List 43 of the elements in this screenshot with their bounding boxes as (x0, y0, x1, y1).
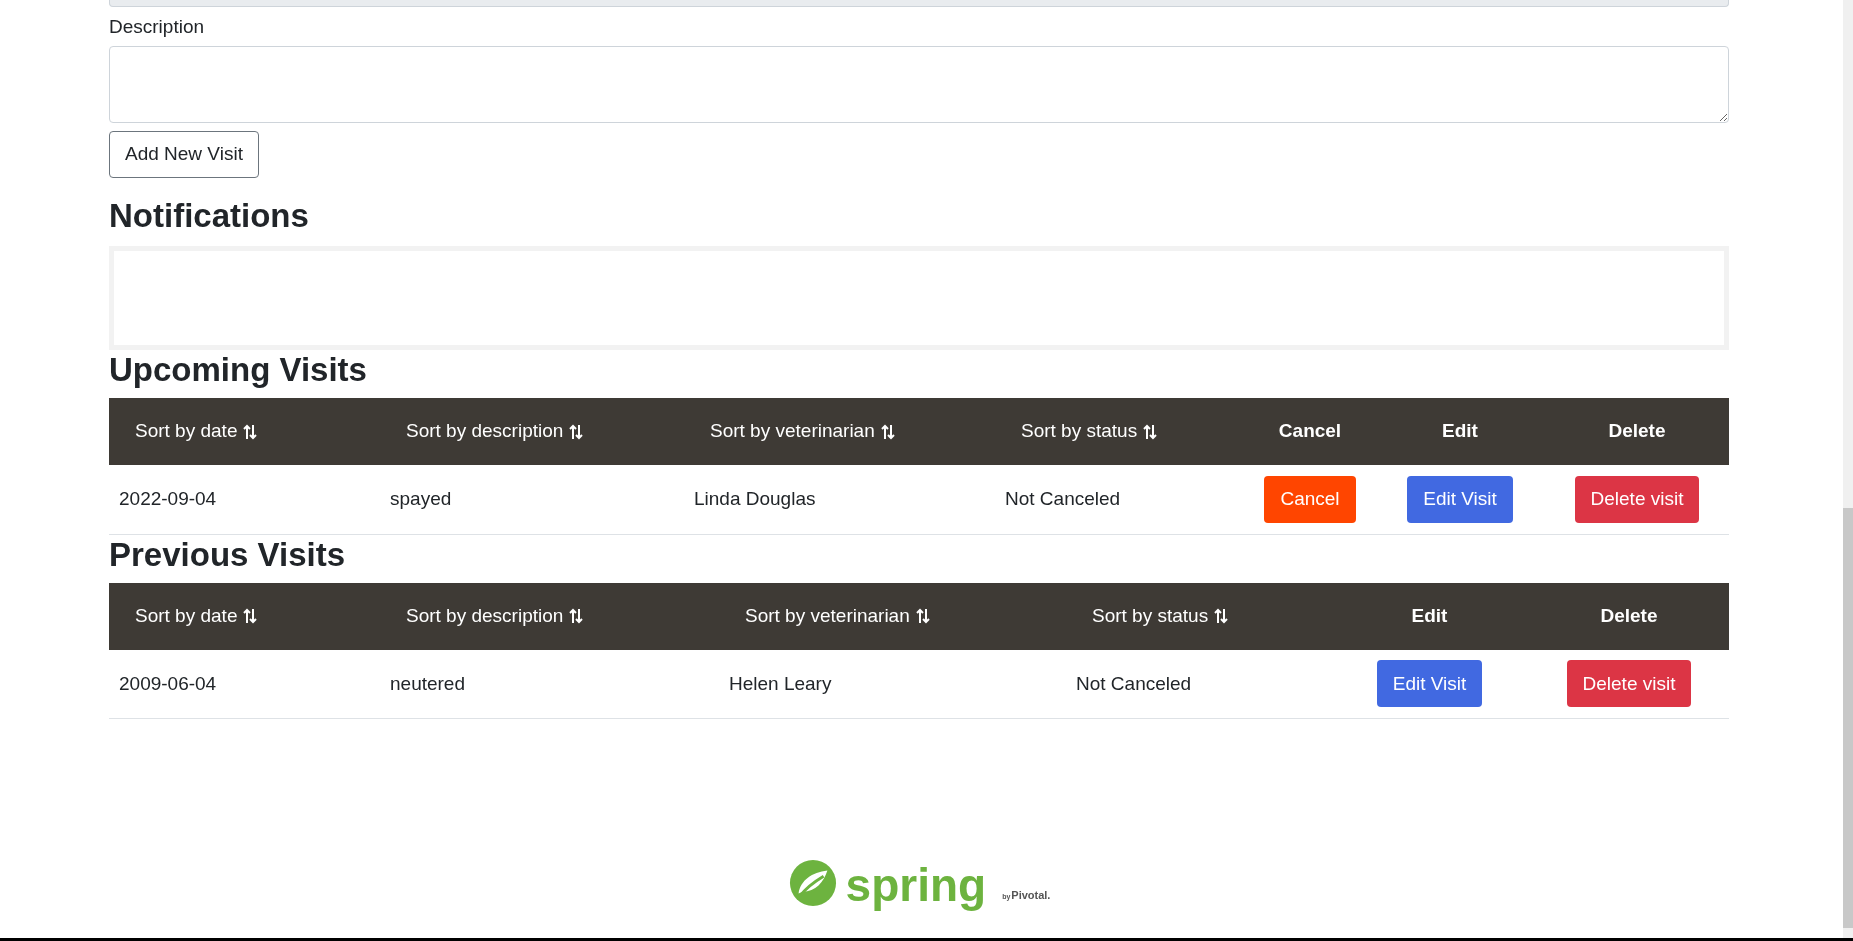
add-visit-button[interactable]: Add New Visit (109, 131, 259, 178)
table-cell: Linda Douglas (694, 488, 816, 509)
sort-icon (1214, 608, 1229, 624)
logo-maker: Pivotal. (1011, 888, 1051, 901)
edit-button[interactable]: Edit Visit (1407, 475, 1513, 523)
sort-header[interactable]: Sort by veterinarian (710, 417, 895, 446)
sort-header[interactable]: Sort by date (135, 601, 258, 631)
sort-header[interactable]: Sort by description (406, 601, 584, 631)
table-cell: spayed (390, 488, 452, 509)
column-header: Edit (1442, 420, 1478, 442)
edit-button[interactable]: Edit Visit (1376, 660, 1483, 708)
table-cell: 2009-06-04 (119, 672, 217, 694)
table-cell: Not Canceled (1005, 488, 1121, 509)
scrollbar-thumb[interactable] (1843, 508, 1853, 928)
sort-icon (569, 608, 584, 624)
sort-icon (243, 423, 258, 440)
table-cell: Helen Leary (729, 672, 832, 694)
sort-header[interactable]: Sort by status (1092, 601, 1229, 631)
column-header: Delete (1608, 420, 1666, 442)
sort-header[interactable]: Sort by status (1021, 417, 1158, 446)
sort-icon (915, 608, 930, 624)
sort-icon (1143, 423, 1158, 440)
delete-button[interactable]: Delete visit (1574, 475, 1700, 523)
description-field[interactable] (109, 46, 1729, 123)
delete-button[interactable]: Delete visit (1566, 660, 1692, 708)
sort-header[interactable]: Sort by veterinarian (745, 601, 930, 631)
table-cell: Not Canceled (1076, 672, 1192, 694)
input-field[interactable] (109, 0, 1729, 7)
section-heading: Previous Visits (109, 534, 346, 575)
column-header: Delete (1600, 604, 1658, 626)
field-label: Description (109, 15, 206, 39)
sort-icon (569, 423, 584, 440)
sort-icon (880, 423, 895, 440)
table-cell: 2022-09-04 (119, 488, 217, 509)
column-header: Cancel (1278, 420, 1342, 442)
table-cell: neutered (390, 672, 465, 694)
sort-icon (243, 608, 258, 624)
section-heading: Upcoming Visits (109, 350, 368, 390)
section-heading: Notifications (109, 196, 310, 236)
leaf-icon (787, 859, 838, 907)
sort-header[interactable]: Sort by date (135, 417, 258, 446)
column-header: Edit (1411, 604, 1448, 626)
sort-header[interactable]: Sort by description (406, 417, 584, 446)
